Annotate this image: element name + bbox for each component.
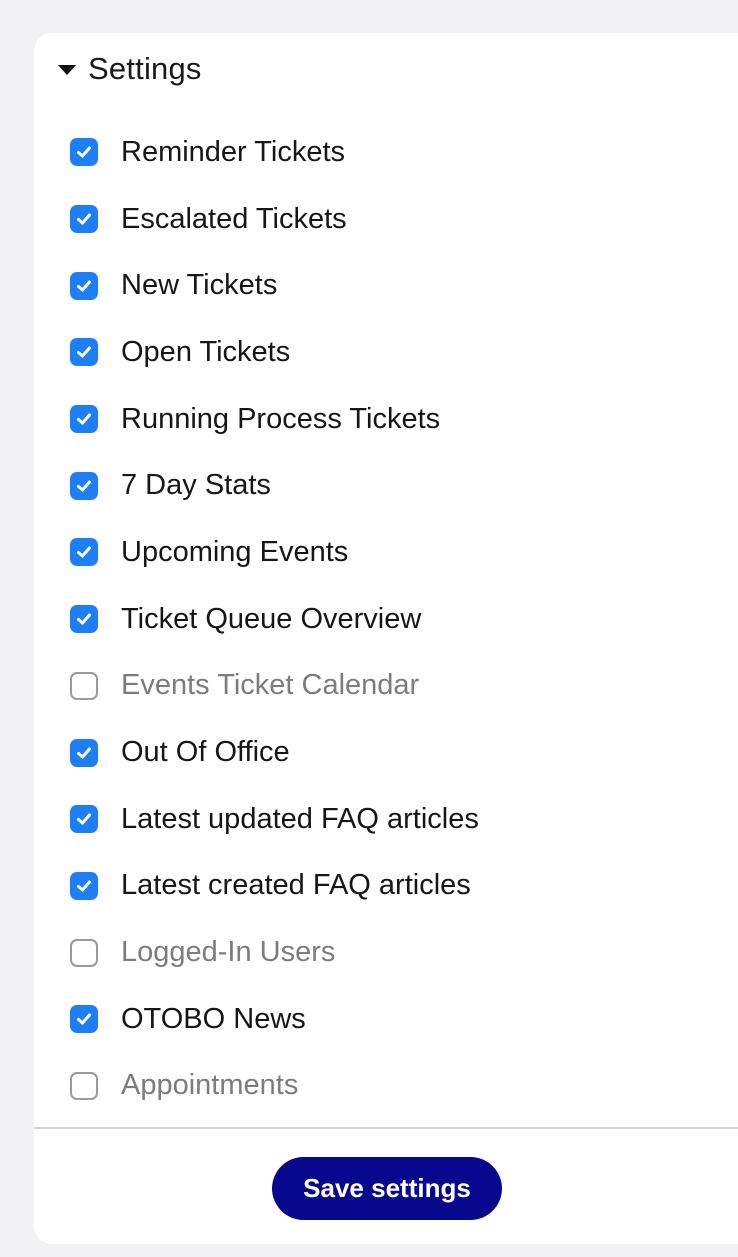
settings-item-label: Open Tickets [121,335,291,368]
checkmark-icon [77,213,91,225]
checkbox-checked[interactable] [70,805,98,834]
settings-item[interactable]: Events Ticket Calendar [70,653,479,720]
checkbox-checked[interactable] [70,338,98,367]
checkbox-unchecked[interactable] [70,1071,98,1100]
settings-item[interactable]: Open Tickets [70,319,479,386]
checkmark-icon [77,480,91,492]
settings-item-label: Latest updated FAQ articles [121,802,479,835]
checkmark-icon [77,280,91,292]
settings-list: Reminder Tickets Escalated Tickets New Tic… [70,119,479,1119]
caret-down-icon[interactable] [58,65,76,75]
settings-item-label: Upcoming Events [121,535,349,568]
checkmark-icon [77,346,91,358]
settings-item-label: Out Of Office [121,736,290,769]
checkbox-checked[interactable] [70,138,98,167]
checkbox-checked[interactable] [70,1005,98,1034]
divider [34,1127,738,1129]
checkbox-checked[interactable] [70,605,98,634]
checkmark-icon [77,546,91,558]
settings-item[interactable]: Ticket Queue Overview [70,586,479,653]
settings-item[interactable]: Reminder Tickets [70,119,479,186]
settings-item-label: Logged-In Users [121,936,336,969]
checkmark-icon [77,747,91,759]
checkbox-checked[interactable] [70,538,98,567]
settings-item-label: Running Process Tickets [121,402,441,435]
settings-item-label: New Tickets [121,269,278,302]
checkbox-unchecked[interactable] [70,938,98,967]
save-settings-button[interactable]: Save settings [272,1157,502,1220]
settings-panel: Settings Reminder Tickets Escalated Ticke… [34,33,738,1244]
checkbox-checked[interactable] [70,871,98,900]
settings-item[interactable]: Appointments [70,1053,479,1120]
checkmark-icon [77,613,91,625]
settings-item-label: Events Ticket Calendar [121,669,420,702]
checkbox-checked[interactable] [70,271,98,300]
settings-item-label: Ticket Queue Overview [121,602,422,635]
settings-item[interactable]: 7 Day Stats [70,452,479,519]
checkmark-icon [77,146,91,158]
checkbox-checked[interactable] [70,405,98,434]
checkbox-unchecked[interactable] [70,671,98,700]
checkmark-icon [77,813,91,825]
settings-item[interactable]: Out Of Office [70,719,479,786]
settings-item[interactable]: New Tickets [70,252,479,319]
checkmark-icon [77,413,91,425]
checkmark-icon [77,880,91,892]
settings-item-label: 7 Day Stats [121,469,271,502]
settings-item[interactable]: Latest updated FAQ articles [70,786,479,853]
settings-item[interactable]: Escalated Tickets [70,186,479,253]
settings-item[interactable]: Upcoming Events [70,519,479,586]
settings-item[interactable]: OTOBO News [70,986,479,1053]
checkbox-checked[interactable] [70,205,98,234]
settings-title: Settings [88,51,202,86]
checkmark-icon [77,1013,91,1025]
checkbox-checked[interactable] [70,738,98,767]
settings-item-label: Appointments [121,1069,299,1102]
settings-item[interactable]: Logged-In Users [70,919,479,986]
settings-item[interactable]: Running Process Tickets [70,386,479,453]
settings-item-label: Escalated Tickets [121,202,347,235]
settings-item-label: Latest created FAQ articles [121,869,471,902]
settings-item-label: OTOBO News [121,1002,306,1035]
checkbox-checked[interactable] [70,471,98,500]
settings-item-label: Reminder Tickets [121,135,346,168]
settings-toggle[interactable]: Settings [58,51,202,87]
settings-item[interactable]: Latest created FAQ articles [70,853,479,920]
